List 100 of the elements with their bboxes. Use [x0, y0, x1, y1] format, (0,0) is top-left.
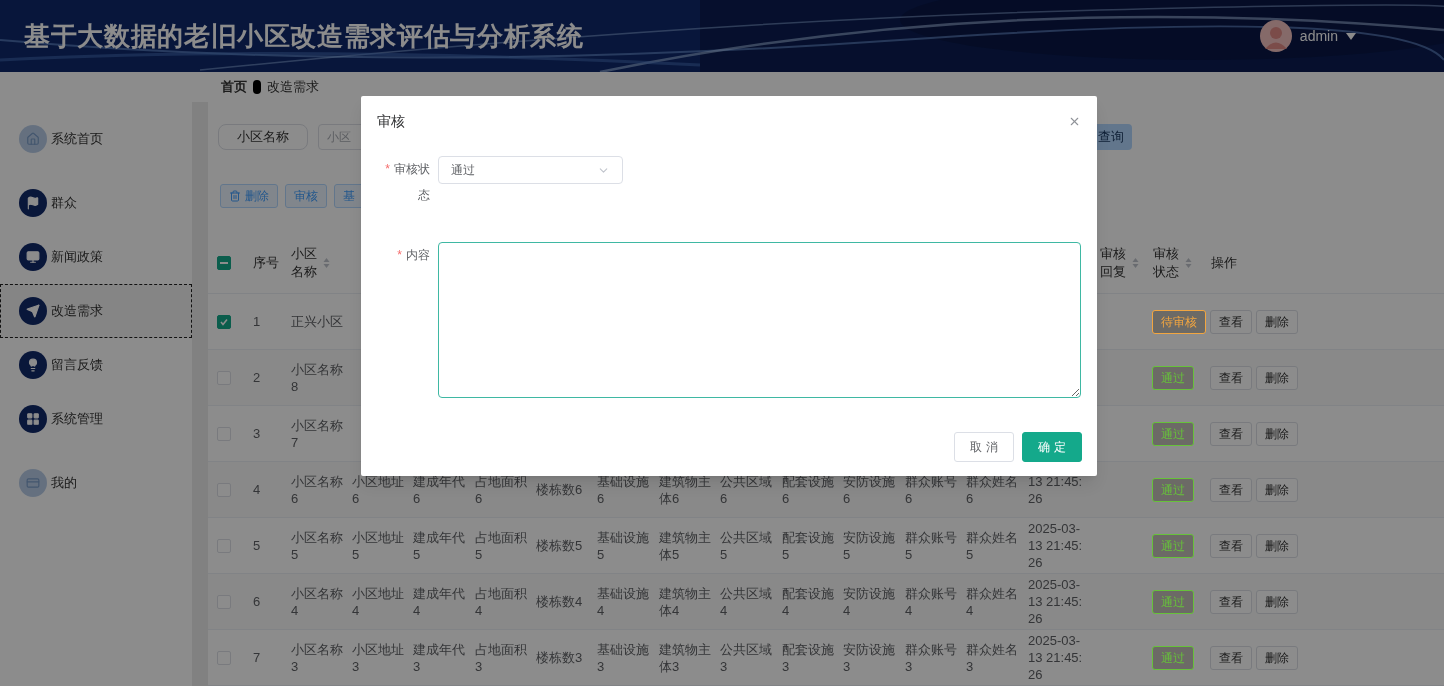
table-cell-text: 建筑物主体5 [659, 528, 712, 563]
delete-button[interactable]: 删除 [1256, 477, 1298, 502]
delete-button[interactable]: 删除 [1256, 365, 1298, 390]
table-cell-text: 基础设施5 [597, 528, 650, 563]
trash-icon [229, 190, 241, 202]
table-cell-text: 建成年代5 [413, 528, 466, 563]
search-label: 小区名称 [218, 124, 308, 150]
status-tag: 通过 [1152, 421, 1194, 446]
flag-icon [19, 189, 47, 217]
table-cell: 2025-03-13 21:45:26 [1028, 576, 1083, 627]
home-icon [19, 125, 47, 153]
table-cell-text: 公共区域5 [720, 528, 773, 563]
table-cell: 2025-03-13 21:45:26 [1028, 520, 1083, 571]
sort-icon[interactable] [1185, 256, 1192, 269]
table-cell-text: 安防设施4 [843, 584, 896, 619]
table-cell-text: 3 [253, 425, 262, 442]
sidebar-item[interactable]: 系统管理 [0, 392, 192, 446]
avatar[interactable] [1259, 20, 1292, 52]
sidebar-item[interactable]: 留言反馈 [0, 338, 192, 392]
table-cell-text: 楼栋数6 [536, 481, 584, 498]
delete-button[interactable]: 删除 [1256, 309, 1298, 334]
table-cell-text: 小区名称4 [291, 584, 344, 619]
table-cell-text: 占地面积5 [475, 528, 528, 563]
cancel-button[interactable]: 取 消 [954, 432, 1014, 462]
sort-icon[interactable] [323, 256, 330, 269]
table-cell-text: 小区名称3 [291, 640, 344, 675]
table-cell-text: 1 [253, 313, 262, 330]
delete-button[interactable]: 删除 [1256, 533, 1298, 558]
sidebar-item[interactable]: 新闻政策 [0, 230, 192, 284]
checkbox[interactable] [217, 314, 231, 329]
status-tag: 待审核 [1152, 309, 1206, 334]
table-cell-text: 群众账号6 [905, 472, 958, 507]
content-field[interactable] [438, 242, 1081, 398]
username[interactable]: admin [1299, 25, 1338, 47]
sort-icon[interactable] [1132, 256, 1139, 269]
table-cell-text: 群众姓名4 [966, 584, 1019, 619]
table-cell-text: 正兴小区 [291, 313, 344, 330]
sidebar-item[interactable]: 改造需求 [0, 284, 192, 338]
delete-button[interactable]: 删除 [1256, 589, 1298, 614]
table-cell-text: 基础设施6 [597, 472, 650, 507]
status-select[interactable]: 通过 [438, 156, 623, 184]
column-header: 操作 [1211, 253, 1238, 272]
table-cell-text: 楼栋数3 [536, 649, 584, 666]
table-cell-text: 群众账号3 [905, 640, 958, 675]
table-cell: 2025-03-13 21:45:26 [1028, 632, 1083, 683]
table-cell-text: 小区名称5 [291, 528, 344, 563]
app-title: 基于大数据的老旧小区改造需求评估与分析系统 [24, 19, 584, 53]
table-cell-text: 小区名称7 [291, 416, 344, 451]
table-cell-text: 小区地址3 [352, 640, 405, 675]
column-header: 审核状态 [1153, 244, 1180, 281]
status-tag: 通过 [1152, 645, 1194, 670]
table-cell-text: 群众账号5 [905, 528, 958, 563]
table-cell-text: 群众姓名6 [966, 472, 1019, 507]
table-cell-text: 占地面积4 [475, 584, 528, 619]
dash-icon [220, 261, 228, 264]
table-cell-text: 建成年代6 [413, 472, 466, 507]
view-button[interactable]: 查看 [1210, 645, 1252, 670]
delete-button[interactable]: 删除 [1256, 421, 1298, 446]
status-tag: 通过 [1152, 589, 1194, 614]
table-cell-text: 基础设施4 [597, 584, 650, 619]
checkbox[interactable] [217, 255, 231, 270]
field-label: * 审核状态 [384, 161, 431, 204]
table-cell-text: 群众账号4 [905, 584, 958, 619]
table-cell-text: 4 [253, 481, 262, 498]
table-cell-text: 小区名称8 [291, 360, 344, 395]
status-tag: 通过 [1152, 477, 1194, 502]
table-cell-text: 建成年代4 [413, 584, 466, 619]
sidebar-item[interactable]: 我的 [0, 456, 192, 510]
table-cell-text: 小区地址4 [352, 584, 405, 619]
table-cell-text: 楼栋数4 [536, 593, 584, 610]
caret-icon[interactable] [1346, 32, 1356, 40]
table-cell-text: 建成年代3 [413, 640, 466, 675]
sidebar-item[interactable]: 群众 [0, 176, 192, 230]
table-cell-text: 小区地址5 [352, 528, 405, 563]
monitor-icon [19, 243, 47, 271]
view-button[interactable]: 查看 [1210, 365, 1252, 390]
table-cell-text: 占地面积3 [475, 640, 528, 675]
view-button[interactable]: 查看 [1210, 421, 1252, 446]
check-icon [219, 316, 229, 327]
view-button[interactable]: 查看 [1210, 309, 1252, 334]
view-button[interactable]: 查看 [1210, 533, 1252, 558]
view-button[interactable]: 查看 [1210, 589, 1252, 614]
table-cell-text: 公共区域3 [720, 640, 773, 675]
field-label: * 内容 [396, 247, 431, 264]
table-cell-text: 安防设施5 [843, 528, 896, 563]
status-tag: 通过 [1152, 365, 1194, 390]
table-cell: 13 21:45:26 [1028, 472, 1083, 507]
table-cell-text: 2 [253, 369, 262, 386]
view-button[interactable]: 查看 [1210, 477, 1252, 502]
table-cell-text: 5 [253, 537, 262, 554]
close-icon[interactable] [1068, 115, 1081, 128]
status-tag: 通过 [1152, 533, 1194, 558]
confirm-button[interactable]: 确 定 [1022, 432, 1082, 462]
table-cell-text: 6 [253, 593, 262, 610]
breadcrumb-link[interactable]: 首页 [221, 77, 247, 97]
table-cell-text: 配套设施6 [782, 472, 835, 507]
column-header: 序号 [253, 253, 280, 272]
table-cell-text: 基础设施3 [597, 640, 650, 675]
delete-button[interactable]: 删除 [1256, 645, 1298, 670]
sidebar-item[interactable]: 系统首页 [0, 112, 192, 166]
